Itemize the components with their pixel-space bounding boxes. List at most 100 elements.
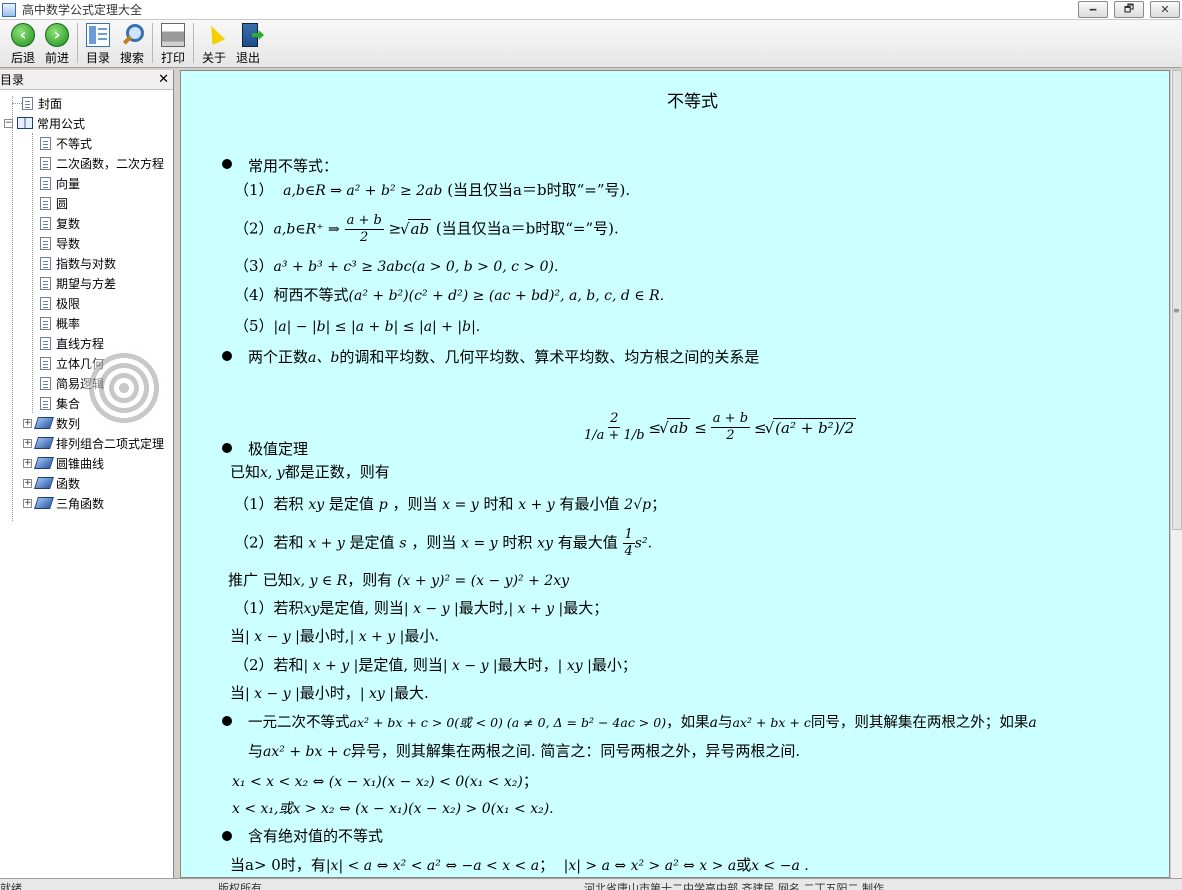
math-expression: x = y — [442, 497, 479, 513]
math-expression: ax² + bx + c > 0(或 < 0) (a ≠ 0, Δ = b² −… — [349, 715, 667, 730]
restore-button[interactable]: 🗗 — [1114, 1, 1144, 18]
back-button[interactable]: ‹ 后退 — [6, 20, 40, 66]
expand-toggle[interactable]: + — [23, 438, 32, 448]
section-heading: 常用不等式： — [248, 157, 339, 175]
tree-item-label: 三角函数 — [56, 496, 105, 511]
tree-item-limit[interactable]: 极限 — [40, 293, 80, 313]
window-title: 高中数学公式定理大全 — [22, 3, 143, 17]
forward-button[interactable]: › 前进 — [40, 20, 74, 66]
tree-item-label: 圆 — [56, 196, 69, 211]
page-icon — [40, 296, 51, 310]
math-expression: x < x₁,或x > x₂ ⇔ (x − x₁)(x − x₂) > 0(x₁… — [232, 801, 554, 817]
tree-item-label: 不等式 — [56, 136, 93, 151]
tree-connector — [12, 103, 22, 104]
tree-item-sequence[interactable]: + 数列 — [23, 413, 80, 433]
geometric-mean: ab — [667, 418, 691, 437]
forward-label: 前进 — [44, 51, 69, 65]
back-label: 后退 — [10, 51, 35, 65]
text: ，则有 — [347, 571, 393, 589]
formula-note: (当且仅当a＝b时取“=”号). — [447, 181, 631, 199]
section-heading: 极值定理 — [248, 440, 309, 458]
math-expression: (x + y)² = (x − y)² + 2xy — [397, 573, 570, 589]
formula-line: （3）a³ + b³ + c³ ≥ 3abc(a > 0, b > 0, c >… — [234, 255, 558, 276]
minimize-button[interactable]: 🗕 — [1078, 1, 1108, 18]
expand-toggle[interactable]: + — [23, 418, 32, 428]
math-expression: x₁ < x < x₂ ⇔ (x − x₁)(x − x₂) < 0(x₁ < … — [232, 774, 523, 790]
text: 或 — [736, 856, 752, 874]
formula-line: （4）柯西不等式(a² + b²)(c² + d²) ≥ (ac + bd)²,… — [234, 284, 664, 305]
toc-label: 目录 — [85, 51, 110, 65]
fraction-numerator: a + b — [344, 213, 384, 230]
printer-icon — [161, 23, 185, 47]
math-expression: 2√p — [624, 497, 652, 513]
tree-item-label: 直线方程 — [56, 336, 105, 351]
tree-item-combinatorics[interactable]: + 排列组合二项式定理 — [23, 433, 164, 453]
page-icon — [40, 276, 51, 290]
text: 是定值 — [349, 533, 395, 552]
text: 是定值, 则当 — [319, 599, 404, 617]
tree-item-expectation[interactable]: 期望与方差 — [40, 273, 116, 293]
fraction-denominator: 2 — [726, 428, 735, 443]
text: （1）若积 — [234, 599, 304, 617]
text: 最大； — [563, 599, 609, 617]
about-button[interactable]: 关于 — [197, 20, 231, 66]
tree-item-set[interactable]: 集合 — [40, 393, 80, 413]
text: （2）若和 — [234, 656, 304, 674]
text: 有最大值 — [557, 533, 618, 552]
back-arrow-icon: ‹ — [11, 23, 35, 47]
exit-button[interactable]: 退出 — [231, 20, 265, 66]
tree-item-inequality[interactable]: 不等式 — [40, 133, 92, 153]
toolbar-separator — [152, 23, 153, 63]
tree-item-trigonometry[interactable]: + 三角函数 — [23, 493, 104, 513]
paragraph: 与ax² + bx + c异号，则其解集在两根之间. 简言之：同号两根之外，异号… — [248, 740, 800, 761]
search-button[interactable]: 搜索 — [115, 20, 149, 66]
tree-item-line-equation[interactable]: 直线方程 — [40, 333, 104, 353]
page-icon — [22, 96, 33, 110]
math-expression: |a| − |b| ≤ |a + b| ≤ |a| + |b|. — [273, 319, 481, 335]
expand-toggle[interactable]: + — [23, 498, 32, 508]
math-expression: xy — [537, 535, 553, 552]
tree-item-vector[interactable]: 向量 — [40, 173, 80, 193]
text: 推广 已知 — [228, 571, 293, 589]
print-button[interactable]: 打印 — [156, 20, 190, 66]
pointer-icon — [202, 23, 226, 47]
tree-item-function[interactable]: + 函数 — [23, 473, 80, 493]
formula-line: （2）若和 x + y 是定值 s ，则当 x = y 时积 xy 有最大值 1… — [234, 527, 652, 560]
square-root: ab — [407, 218, 432, 238]
text: 当a> 0时，有 — [230, 856, 326, 874]
scrollbar-thumb[interactable] — [1172, 70, 1182, 530]
page-icon — [40, 216, 51, 230]
math-expression: | x − y | — [403, 601, 459, 617]
tree-item-quadratic[interactable]: 二次函数，二次方程 — [40, 153, 164, 173]
close-pane-icon[interactable]: ✕ — [158, 72, 169, 87]
close-window-button[interactable]: ✕ — [1150, 1, 1180, 18]
tree-item-cover[interactable]: 封面 — [8, 93, 62, 113]
bullet — [222, 159, 232, 169]
collapse-toggle[interactable]: − — [4, 118, 13, 128]
tree-item-derivative[interactable]: 导数 — [40, 233, 80, 253]
math-expression: x < −a . — [751, 858, 809, 874]
math-expression: a,b∈R⁺ ⇒ — [273, 221, 340, 238]
expand-toggle[interactable]: + — [23, 478, 32, 488]
tree-item-probability[interactable]: 概率 — [40, 313, 80, 333]
search-label: 搜索 — [119, 51, 144, 65]
tree-item-exponent-log[interactable]: 指数与对数 — [40, 253, 116, 273]
tree-item-common-formulas[interactable]: − 常用公式 — [4, 113, 85, 133]
tree-item-label: 函数 — [56, 476, 81, 491]
text: ，则当 — [411, 533, 457, 552]
toolbar-separator — [77, 23, 78, 63]
page-icon — [40, 236, 51, 250]
tree-item-complex[interactable]: 复数 — [40, 213, 80, 233]
book-icon — [34, 477, 54, 489]
pane-title: 目录 — [0, 73, 25, 87]
tree-item-conic[interactable]: + 圆锥曲线 — [23, 453, 104, 473]
tree-item-circle[interactable]: 圆 — [40, 193, 68, 213]
text: 最大时, — [458, 599, 509, 617]
expand-toggle[interactable]: + — [23, 458, 32, 468]
toc-button[interactable]: 目录 — [81, 20, 115, 66]
tree-item-label: 圆锥曲线 — [56, 456, 105, 471]
vertical-scrollbar[interactable]: ≡ — [1170, 70, 1182, 878]
math-expression: (a² + b²)(c² + d²) ≥ (ac + bd)², a, b, c… — [348, 288, 665, 304]
math-expression: s — [399, 535, 407, 552]
text: （2）若和 — [234, 533, 304, 552]
